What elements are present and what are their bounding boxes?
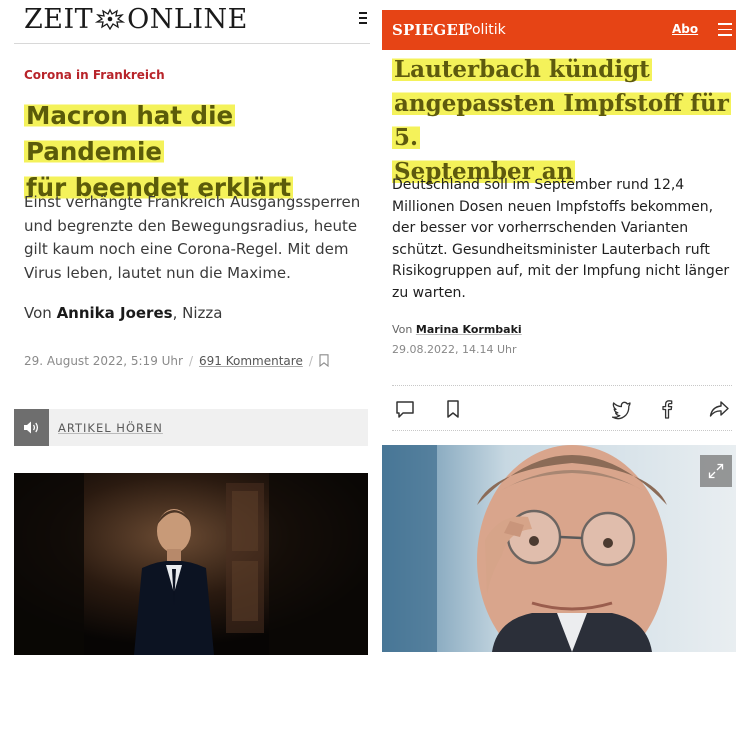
abo-link[interactable]: Abo: [672, 22, 698, 36]
zeit-logo-left: ZEIT: [24, 4, 94, 35]
article-teaser: Einst verhängte Frankreich Ausgangssperr…: [24, 193, 361, 282]
headline-line-2: angepassten Impfstoff für 5.: [392, 90, 731, 151]
section-label[interactable]: Politik: [464, 22, 506, 38]
share-icon[interactable]: [708, 398, 730, 420]
comments-link[interactable]: 691 Kommentare: [199, 354, 303, 368]
comment-icon[interactable]: [394, 398, 416, 420]
zeit-logo-right: ONLINE: [127, 4, 248, 35]
article-headline: Macron hat die Pandemie für beendet erkl…: [24, 98, 364, 206]
twitter-icon[interactable]: [610, 398, 632, 420]
article-headline: Lauterbach kündigt angepassten Impfstoff…: [392, 53, 734, 189]
article-teaser: Deutschland soll im September rund 12,4 …: [392, 177, 730, 301]
publish-date: 29.08.2022, 14.14 Uhr: [392, 343, 517, 356]
author-name[interactable]: Annika Joeres: [57, 304, 173, 322]
menu-icon[interactable]: [718, 23, 732, 37]
expand-image-button[interactable]: [700, 455, 732, 487]
article-byline: Von Annika Joeres, Nizza: [24, 304, 223, 322]
speaker-icon: [24, 421, 39, 434]
menu-icon[interactable]: [359, 12, 367, 26]
headline-line-1: Macron hat die Pandemie: [24, 101, 236, 166]
author-location: , Nizza: [172, 304, 223, 322]
article-kicker: Corona in Frankreich: [24, 68, 165, 82]
article-meta: 29. August 2022, 5:19 Uhr/691 Kommentare…: [24, 354, 329, 368]
zeit-logo[interactable]: ZEIT ONLINE: [24, 4, 248, 35]
headline-line-1: Lauterbach kündigt: [392, 56, 652, 83]
spiegel-article-panel: SPIEGEL Politik Abo Lauterbach kündigt a…: [382, 10, 736, 652]
spiegel-header: SPIEGEL Politik Abo: [382, 10, 736, 50]
zeit-article-panel: ZEIT ONLINE Corona in Frankreich Macron …: [14, 0, 370, 655]
expand-icon: [708, 463, 724, 479]
facebook-icon[interactable]: [655, 398, 677, 420]
article-photo-lauterbach: [382, 445, 736, 652]
bookmark-icon[interactable]: [319, 354, 329, 367]
eagle-icon: [95, 8, 126, 30]
zeit-header: ZEIT ONLINE: [14, 0, 370, 44]
author-name[interactable]: Marina Kormbaki: [416, 323, 522, 336]
divider: [392, 385, 732, 386]
audio-player[interactable]: ARTIKEL HÖREN: [14, 409, 368, 446]
article-byline: Von Marina Kormbaki: [392, 323, 522, 336]
divider: [392, 430, 732, 431]
audio-label[interactable]: ARTIKEL HÖREN: [58, 421, 163, 435]
play-audio-button[interactable]: [14, 409, 49, 446]
article-photo-macron: [14, 473, 368, 655]
spiegel-logo[interactable]: SPIEGEL: [392, 21, 469, 39]
bookmark-icon[interactable]: [442, 398, 464, 420]
publish-date: 29. August 2022, 5:19 Uhr: [24, 354, 183, 368]
